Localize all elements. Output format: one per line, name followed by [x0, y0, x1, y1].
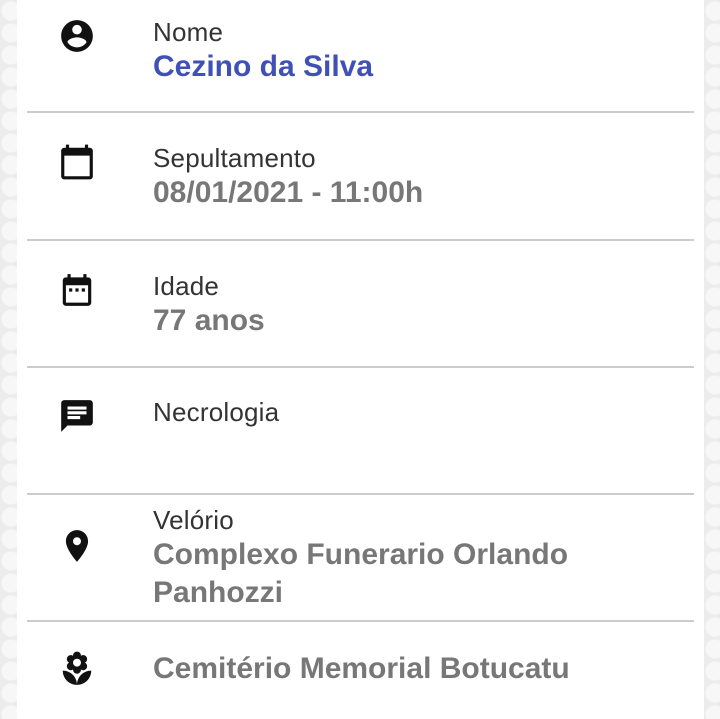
flower-icon — [57, 649, 97, 689]
field-row-sepultamento: Sepultamento 08/01/2021 - 11:00h — [27, 113, 694, 241]
calendar-dots-icon — [57, 270, 97, 310]
field-row-cemiterio: Cemitério Memorial Botucatu — [27, 622, 694, 719]
field-row-nome: Nome Cezino da Silva — [27, 0, 694, 113]
age-value: 77 anos — [153, 304, 265, 337]
field-label: Necrologia — [153, 397, 280, 427]
deceased-name: Cezino da Silva — [153, 50, 374, 83]
cemetery-name: Cemitério Memorial Botucatu — [153, 652, 570, 685]
calendar-icon — [57, 142, 97, 182]
location-pin-icon — [57, 526, 97, 566]
field-label: Idade — [153, 271, 220, 301]
field-label: Velório — [153, 505, 234, 535]
field-row-velorio: Velório Complexo Funerario Orlando Panho… — [27, 495, 694, 622]
account-circle-icon — [57, 16, 97, 56]
wake-location: Complexo Funerario Orlando Panhozzi — [153, 538, 569, 609]
obituary-details-card: Nome Cezino da Silva Sepultamento 08/01/… — [17, 0, 704, 719]
field-row-necrologia[interactable]: Necrologia — [27, 368, 694, 495]
burial-datetime: 08/01/2021 - 11:00h — [153, 176, 424, 209]
field-label: Sepultamento — [153, 143, 316, 173]
field-row-idade: Idade 77 anos — [27, 241, 694, 368]
field-label: Nome — [153, 17, 224, 47]
message-icon — [57, 396, 97, 436]
